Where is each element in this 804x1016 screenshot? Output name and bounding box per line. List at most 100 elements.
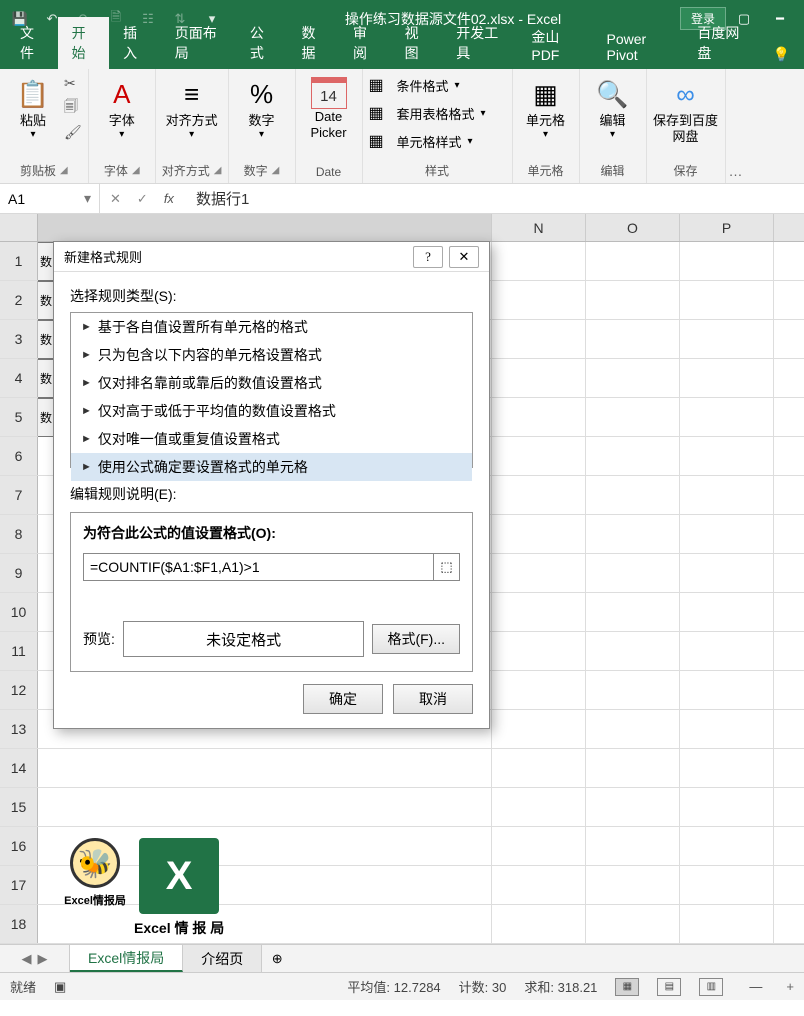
tab-formula[interactable]: 公式 [236, 17, 288, 69]
row-header[interactable]: 6 [0, 437, 38, 475]
sheet-nav[interactable]: ◀▶ [0, 945, 70, 972]
align-button[interactable]: ≡对齐方式▾ [165, 73, 219, 141]
tab-pdf[interactable]: 金山PDF [517, 21, 592, 69]
tab-baidu[interactable]: 百度网盘 [683, 17, 758, 69]
range-picker-icon[interactable]: ⬚ [433, 554, 459, 580]
number-button[interactable]: %数字▾ [235, 73, 289, 141]
save-baidu-button[interactable]: ∞保存到百度网盘 [653, 73, 719, 144]
rule-item[interactable]: 仅对唯一值或重复值设置格式 [71, 425, 472, 453]
macro-icon[interactable]: ▣ [54, 979, 66, 995]
paste-button[interactable]: 📋 粘贴 ▾ [6, 73, 60, 141]
row-header[interactable]: 5 [0, 398, 38, 436]
row-cells[interactable] [38, 749, 804, 787]
zoom-in-icon[interactable]: + [786, 979, 794, 994]
ok-button[interactable]: 确定 [303, 684, 383, 714]
rule-item[interactable]: 仅对高于或低于平均值的数值设置格式 [71, 397, 472, 425]
format-button[interactable]: 格式(F)... [372, 624, 460, 654]
row-header[interactable]: 10 [0, 593, 38, 631]
confirm-icon[interactable]: ✓ [137, 191, 148, 207]
group-label: 保存 [673, 162, 697, 179]
save-icon[interactable]: 💾 [6, 5, 34, 33]
fx-icon[interactable]: fx [164, 191, 174, 206]
sort-icon[interactable]: ⇅ [166, 5, 194, 33]
format-painter-icon[interactable]: 🖌 [64, 124, 82, 141]
launcher-icon[interactable]: ◢ [272, 165, 280, 176]
chevron-down-icon[interactable]: ▾ [84, 190, 91, 207]
row-header[interactable]: 9 [0, 554, 38, 592]
copy-icon[interactable]: 🗐 [64, 96, 82, 120]
launcher-icon[interactable]: ◢ [60, 165, 68, 176]
row-cells[interactable] [38, 788, 804, 826]
sheet-bar: ◀▶ Excel情报局 介绍页 ⊕ [0, 944, 804, 972]
row-header[interactable]: 3 [0, 320, 38, 358]
sheet-tab-active[interactable]: Excel情报局 [70, 945, 183, 972]
rule-item[interactable]: 仅对排名靠前或靠后的数值设置格式 [71, 369, 472, 397]
touch-icon[interactable]: ☷ [134, 5, 162, 33]
row-header[interactable]: 13 [0, 710, 38, 748]
col-p[interactable]: P [680, 214, 774, 241]
formula-field[interactable] [84, 554, 433, 580]
sheet-tab[interactable]: 介绍页 [183, 945, 262, 972]
cancel-icon[interactable]: ✕ [110, 191, 121, 207]
rule-type-list[interactable]: 基于各自值设置所有单元格的格式 只为包含以下内容的单元格设置格式 仅对排名靠前或… [70, 312, 473, 468]
row-header[interactable]: 4 [0, 359, 38, 397]
redo-icon[interactable]: ↷ [70, 5, 98, 33]
row-header[interactable]: 15 [0, 788, 38, 826]
qat-dropdown-icon[interactable]: ▾ [198, 5, 226, 33]
tab-view[interactable]: 视图 [391, 17, 443, 69]
next-sheet-icon[interactable]: ▶ [38, 951, 48, 967]
cf-icon: ▦ [369, 75, 391, 95]
row-header[interactable]: 1 [0, 242, 38, 280]
row-header[interactable]: 7 [0, 476, 38, 514]
launcher-icon[interactable]: ◢ [214, 165, 222, 176]
col-n[interactable]: N [492, 214, 586, 241]
zoom-out-icon[interactable]: — [749, 979, 762, 994]
add-sheet-button[interactable]: ⊕ [262, 945, 292, 972]
select-all-corner[interactable] [0, 214, 38, 241]
minimize-icon[interactable]: ━ [762, 5, 798, 33]
close-button[interactable]: ✕ [449, 246, 479, 268]
preview-row: 预览: 未设定格式 格式(F)... [83, 621, 460, 657]
name-box[interactable]: A1▾ [0, 184, 100, 213]
page-break-icon[interactable]: ▥ [699, 978, 723, 996]
table-icon: ▦ [369, 103, 391, 123]
col-o[interactable]: O [586, 214, 680, 241]
formula-input[interactable]: 数据行1 [184, 188, 261, 209]
undo-icon[interactable]: ↶ [38, 5, 66, 33]
cancel-button[interactable]: 取消 [393, 684, 473, 714]
preview-icon[interactable]: 🗎 [102, 5, 130, 33]
table-format-button[interactable]: ▦套用表格格式 ▾ [369, 101, 486, 125]
row-header[interactable]: 16 [0, 827, 38, 865]
font-button[interactable]: A字体▾ [95, 73, 149, 141]
normal-view-icon[interactable]: ▦ [615, 978, 639, 996]
dialog-titlebar[interactable]: 新建格式规则 ? ✕ [54, 242, 489, 272]
tab-review[interactable]: 审阅 [339, 17, 391, 69]
date-picker-button[interactable]: 14Date Picker [302, 73, 356, 140]
conditional-format-button[interactable]: ▦条件格式 ▾ [369, 73, 460, 97]
row-header[interactable]: 8 [0, 515, 38, 553]
row-header[interactable]: 12 [0, 671, 38, 709]
rule-item[interactable]: 基于各自值设置所有单元格的格式 [71, 313, 472, 341]
rule-item[interactable]: 使用公式确定要设置格式的单元格 [71, 453, 472, 481]
row-header[interactable]: 11 [0, 632, 38, 670]
tell-me-icon[interactable]: 💡 [759, 40, 804, 69]
prev-sheet-icon[interactable]: ◀ [22, 951, 32, 967]
tab-powerpivot[interactable]: Power Pivot [593, 25, 684, 69]
row-header[interactable]: 18 [0, 905, 38, 943]
cell-styles-button[interactable]: ▦单元格样式 ▾ [369, 129, 473, 153]
page-layout-icon[interactable]: ▤ [657, 978, 681, 996]
tab-dev[interactable]: 开发工具 [442, 17, 517, 69]
row-header[interactable]: 14 [0, 749, 38, 787]
cut-icon[interactable]: ✂ [64, 75, 82, 92]
group-label: 对齐方式 [162, 162, 210, 179]
help-button[interactable]: ? [413, 246, 443, 268]
row-header[interactable]: 17 [0, 866, 38, 904]
cells-button[interactable]: ▦单元格▾ [519, 73, 573, 141]
row-header[interactable]: 2 [0, 281, 38, 319]
launcher-icon[interactable]: ◢ [132, 165, 140, 176]
rule-item[interactable]: 只为包含以下内容的单元格设置格式 [71, 341, 472, 369]
tab-data[interactable]: 数据 [287, 17, 339, 69]
hidden-columns[interactable] [38, 214, 492, 241]
edit-button[interactable]: 🔍编辑▾ [586, 73, 640, 141]
group-styles: ▦条件格式 ▾ ▦套用表格格式 ▾ ▦单元格样式 ▾ 样式 [363, 69, 513, 183]
